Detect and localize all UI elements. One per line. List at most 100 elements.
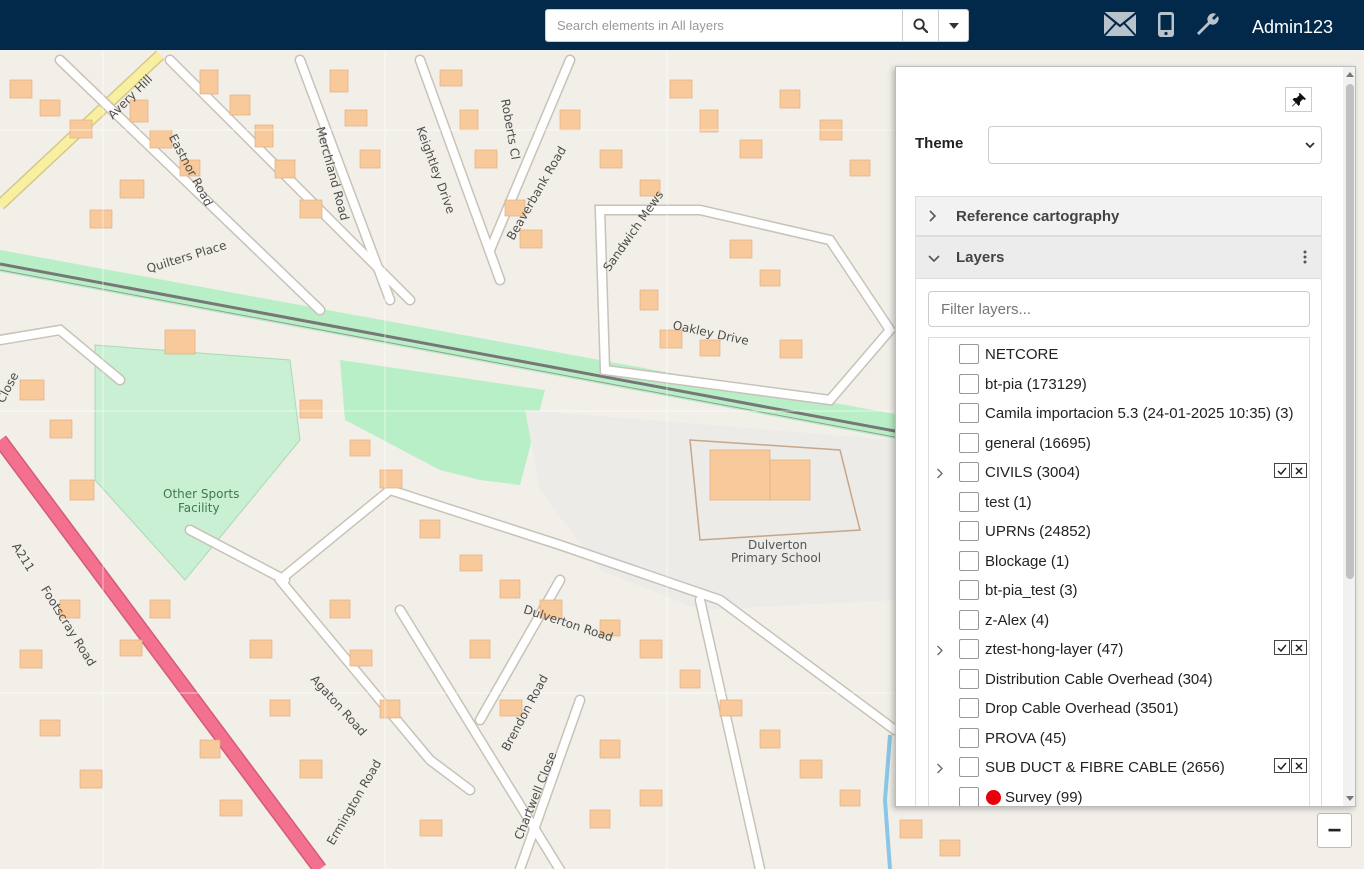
layers-options-button[interactable] [1303,250,1307,268]
search-icon [913,18,928,33]
deselect-all-icon[interactable] [1291,463,1307,478]
pin-button[interactable] [1285,87,1312,112]
search-input[interactable] [545,9,903,42]
layer-row[interactable]: Camila importacion 5.3 (24-01-2025 10:35… [929,399,1309,427]
layer-checkbox[interactable] [959,757,979,777]
mobile-button[interactable] [1157,11,1175,38]
layer-row[interactable]: UPRNs (24852) [929,517,1309,545]
reference-cartography-title: Reference cartography [956,207,1120,225]
layer-checkbox[interactable] [959,462,979,482]
layer-checkbox[interactable] [959,344,979,364]
expand-layer-button[interactable] [936,761,943,779]
expand-layer-button[interactable] [936,466,943,484]
layer-label: UPRNs (24852) [985,523,1091,540]
layer-label: ztest-hong-layer (47) [985,641,1124,658]
chevron-right-icon [929,210,936,222]
layer-label: PROVA (45) [985,729,1067,747]
select-all-icon[interactable] [1274,758,1290,773]
search-group [545,9,969,42]
chevron-down-icon [928,254,940,262]
layer-row[interactable]: Drop Cable Overhead (3501) [929,694,1309,722]
map-label-school-1: Dulverton [748,538,808,552]
layers-body: NETCORE bt-pia (173129) Camila importacion… [915,279,1322,806]
layer-label: general (16695) [985,434,1091,452]
layer-row[interactable]: CIVILS (3004) [929,458,1309,486]
layer-label: bt-pia_test (3) [985,582,1078,599]
layer-row[interactable]: z-Alex (4) [929,606,1309,634]
top-bar: Admin123 [0,0,1364,50]
layers-title: Layers [956,249,1005,266]
search-scope-dropdown[interactable] [939,9,969,42]
layer-checkbox[interactable] [959,550,979,571]
layers-panel: Theme Reference cartography Layers NETCO… [895,66,1356,807]
select-all-icon[interactable] [1274,640,1290,655]
wrench-icon [1197,13,1219,35]
layer-label: test (1) [985,493,1032,511]
mobile-icon [1158,12,1174,37]
scroll-thumb[interactable] [1346,84,1354,579]
theme-label: Theme [915,135,964,152]
kebab-icon [1303,250,1307,264]
layer-checkbox[interactable] [959,727,979,748]
layer-actions [1274,640,1307,655]
layer-checkbox[interactable] [959,403,979,423]
scroll-up-arrow[interactable] [1346,72,1354,77]
layer-row[interactable]: Survey (99) [929,783,1309,806]
layer-row[interactable]: bt-pia_test (3) [929,576,1309,604]
layer-row[interactable]: NETCORE [929,340,1309,368]
layer-label: bt-pia (173129) [985,375,1087,393]
chevron-right-icon [937,763,943,774]
layer-row[interactable]: PROVA (45) [929,724,1309,752]
reference-cartography-header[interactable]: Reference cartography [915,196,1322,236]
layer-label: Survey (99) [1005,788,1083,806]
layer-label: Blockage (1) [985,552,1070,570]
deselect-all-icon[interactable] [1291,758,1307,773]
panel-scrollbar[interactable] [1343,67,1355,806]
map-label-facility: Facility [178,501,220,515]
layer-checkbox[interactable] [959,491,979,512]
layer-checkbox[interactable] [959,373,979,394]
user-menu[interactable]: Admin123 [1252,17,1333,38]
theme-select[interactable] [988,126,1322,164]
layer-checkbox[interactable] [959,639,979,659]
messages-button[interactable] [1103,11,1137,37]
filter-layers-input[interactable] [928,291,1310,327]
map-label-other-sports: Other Sports [163,487,240,501]
select-all-icon[interactable] [1274,463,1290,478]
layer-checkbox[interactable] [959,432,979,453]
deselect-all-icon[interactable] [1291,640,1307,655]
layer-checkbox[interactable] [959,786,979,806]
tools-button[interactable] [1195,11,1221,37]
chevron-down-icon [1305,142,1315,149]
layer-row[interactable]: general (16695) [929,429,1309,457]
layer-label: Distribution Cable Overhead (304) [985,670,1213,688]
layer-checkbox[interactable] [959,580,979,600]
layer-row[interactable]: SUB DUCT & FIBRE CABLE (2656) [929,753,1309,781]
scroll-down-arrow[interactable] [1346,796,1354,801]
layer-checkbox[interactable] [959,698,979,718]
envelope-icon [1103,12,1137,37]
layer-row[interactable]: Blockage (1) [929,547,1309,575]
map-label-school-2: Primary School [731,551,822,565]
layer-checkbox[interactable] [959,609,979,630]
chevron-right-icon [937,468,943,479]
layer-row[interactable]: ztest-hong-layer (47) [929,635,1309,663]
chevron-down-icon [948,22,959,29]
layer-label: NETCORE [985,346,1059,363]
layer-label: CIVILS (3004) [985,464,1081,481]
layer-label: SUB DUCT & FIBRE CABLE (2656) [985,759,1225,776]
chevron-right-icon [937,645,943,656]
layer-label: z-Alex (4) [985,611,1050,629]
zoom-out-button[interactable]: − [1317,813,1352,848]
layer-row[interactable]: Distribution Cable Overhead (304) [929,665,1309,693]
layer-symbol-icon [986,789,1001,805]
layer-row[interactable]: test (1) [929,488,1309,516]
expand-layer-button[interactable] [936,643,943,661]
layers-header[interactable]: Layers [915,236,1322,279]
layer-actions [1274,463,1307,478]
layer-row[interactable]: bt-pia (173129) [929,370,1309,398]
layer-checkbox[interactable] [959,668,979,689]
search-button[interactable] [903,9,939,42]
layer-checkbox[interactable] [959,521,979,541]
layer-list: NETCORE bt-pia (173129) Camila importacion… [928,337,1310,806]
